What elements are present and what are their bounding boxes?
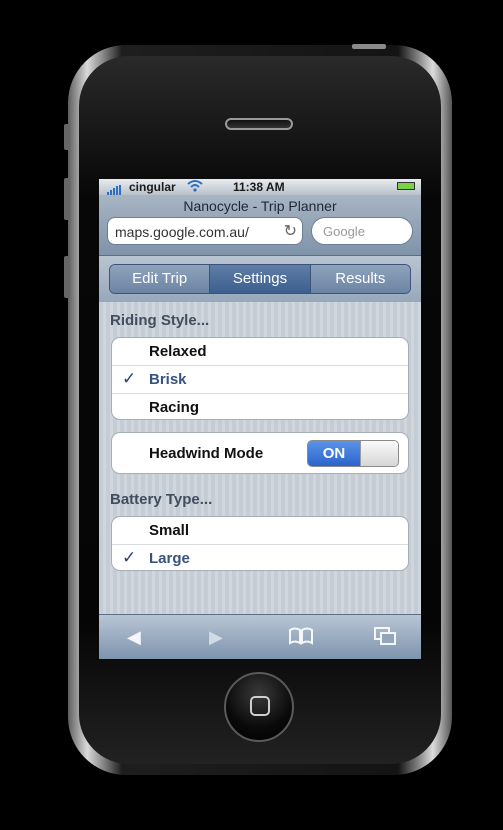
- wifi-icon: [187, 179, 203, 196]
- mute-switch: [64, 124, 70, 150]
- status-bar: cingular 11:38 AM: [99, 179, 421, 196]
- toggle-knob[interactable]: [360, 441, 398, 466]
- headwind-label: Headwind Mode: [149, 445, 264, 462]
- headwind-row: Headwind Mode ON: [111, 432, 409, 474]
- clock: 11:38 AM: [233, 180, 285, 194]
- battery-type-title: Battery Type...: [110, 491, 213, 508]
- riding-style-list: Relaxed ✓ Brisk Racing: [111, 337, 409, 420]
- home-button[interactable]: [224, 672, 294, 742]
- browser-header: Nanocycle - Trip Planner maps.google.com…: [99, 195, 421, 256]
- option-label: Racing: [149, 399, 200, 416]
- checkmark-icon: ✓: [122, 369, 137, 388]
- carrier-name: cingular: [129, 180, 176, 194]
- option-brisk[interactable]: ✓ Brisk: [112, 366, 408, 394]
- option-label: Brisk: [149, 371, 187, 388]
- search-placeholder: Google: [323, 224, 365, 239]
- settings-content: Riding Style... Relaxed ✓ Brisk Racing H…: [99, 302, 421, 614]
- volume-up-button: [64, 178, 70, 220]
- option-small[interactable]: Small: [112, 517, 408, 545]
- forward-arrow-icon[interactable]: ▶: [209, 627, 223, 648]
- earpiece-speaker: [225, 118, 293, 130]
- headwind-toggle[interactable]: ON: [307, 440, 399, 467]
- battery-type-list: Small ✓ Large: [111, 516, 409, 571]
- option-large[interactable]: ✓ Large: [112, 545, 408, 570]
- option-label: Small: [149, 522, 190, 539]
- tab-results[interactable]: Results: [310, 265, 410, 293]
- page-title: Nanocycle - Trip Planner: [183, 198, 337, 214]
- volume-down-button: [64, 256, 70, 298]
- option-racing[interactable]: Racing: [112, 394, 408, 419]
- url-field[interactable]: maps.google.com.au/ ↻: [107, 217, 303, 245]
- toggle-on-label: ON: [308, 441, 360, 466]
- bookmarks-icon[interactable]: [288, 626, 314, 651]
- search-field[interactable]: Google: [311, 217, 413, 245]
- battery-icon: [397, 182, 415, 190]
- signal-icon: [107, 182, 122, 196]
- checkmark-icon: ✓: [122, 548, 137, 567]
- back-arrow-icon[interactable]: ◀: [127, 627, 141, 648]
- url-text: maps.google.com.au/: [115, 224, 249, 240]
- option-label: Relaxed: [149, 343, 207, 360]
- option-label: Large: [149, 550, 190, 567]
- option-relaxed[interactable]: Relaxed: [112, 338, 408, 366]
- browser-toolbar: ◀ ▶: [99, 614, 421, 659]
- screen: cingular 11:38 AM Nanocycle - Trip Plann…: [99, 179, 421, 659]
- sleep-button: [352, 44, 386, 49]
- home-square-icon: [250, 696, 270, 716]
- tab-edit-trip[interactable]: Edit Trip: [110, 265, 211, 293]
- riding-style-title: Riding Style...: [110, 312, 210, 329]
- tab-settings[interactable]: Settings: [210, 265, 311, 293]
- reload-icon[interactable]: ↻: [284, 221, 297, 241]
- pages-icon[interactable]: [373, 626, 397, 651]
- tab-bar: Edit Trip Settings Results: [109, 264, 411, 294]
